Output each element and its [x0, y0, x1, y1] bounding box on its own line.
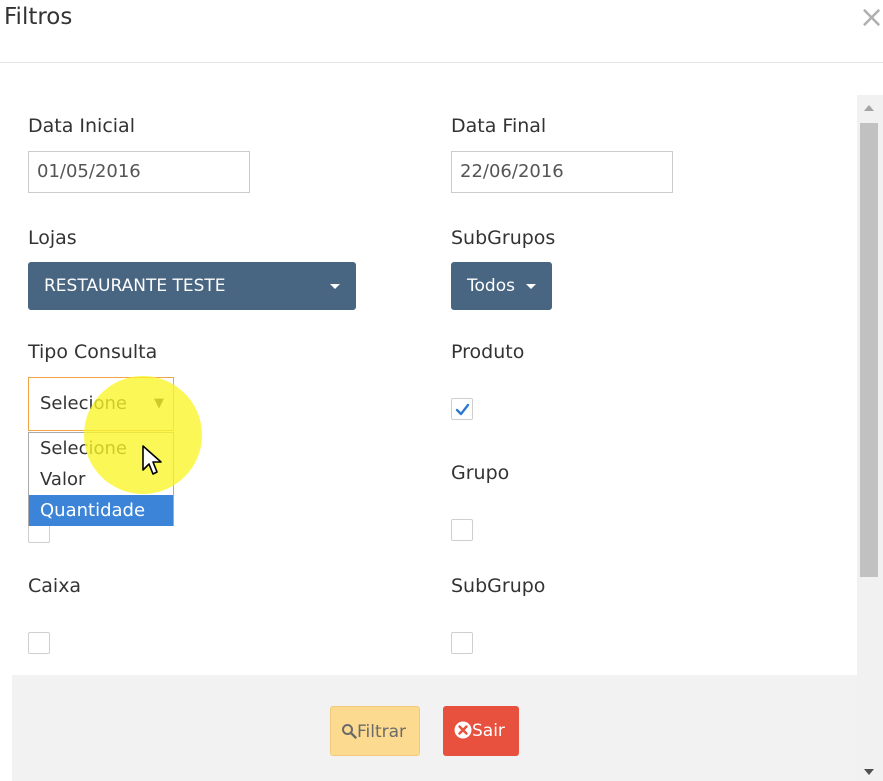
lojas-dropdown[interactable]: RESTAURANTE TESTE [28, 262, 356, 310]
scroll-up-icon[interactable] [864, 105, 874, 111]
caret-down-icon [330, 284, 340, 289]
subgrupos-dropdown[interactable]: Todos [451, 262, 552, 310]
grupo-label: Grupo [451, 462, 510, 484]
option-valor[interactable]: Valor [29, 464, 173, 495]
filtrar-button[interactable]: Filtrar [330, 706, 420, 756]
sair-button[interactable]: Sair [443, 706, 519, 756]
data-final-label: Data Final [451, 115, 547, 137]
produto-label: Produto [451, 341, 525, 363]
scroll-down-icon[interactable] [864, 769, 874, 775]
check-icon [455, 403, 470, 416]
modal-body: Data Inicial 01/05/2016 Data Final 22/06… [0, 63, 857, 675]
lojas-label: Lojas [28, 227, 77, 249]
lojas-selected: RESTAURANTE TESTE [44, 276, 226, 296]
data-inicial-label: Data Inicial [28, 115, 135, 137]
tipo-consulta-select[interactable]: Selecione ▼ [28, 377, 174, 431]
filtrar-label: Filtrar [357, 722, 407, 742]
caixa-label: Caixa [28, 575, 82, 597]
tipo-consulta-options: Selecione Valor Quantidade [28, 432, 174, 526]
times-circle-icon [454, 721, 472, 738]
option-quantidade[interactable]: Quantidade [29, 495, 173, 526]
scroll-thumb[interactable] [860, 123, 878, 577]
modal-header: Filtros × [0, 0, 883, 63]
data-final-input[interactable]: 22/06/2016 [451, 151, 673, 193]
sair-label: Sair [472, 721, 505, 741]
scrollbar[interactable] [857, 95, 883, 781]
modal-footer: Filtrar Sair [12, 675, 857, 781]
caixa-checkbox[interactable] [28, 632, 50, 654]
option-selecione[interactable]: Selecione [29, 433, 173, 464]
tipo-consulta-label: Tipo Consulta [28, 341, 158, 363]
close-icon[interactable]: × [859, 3, 883, 33]
subgrupos-label: SubGrupos [451, 227, 556, 249]
produto-checkbox[interactable] [451, 398, 473, 420]
subgrupos-selected: Todos [467, 276, 515, 296]
select-arrow-icon: ▼ [154, 396, 164, 411]
grupo-checkbox[interactable] [451, 519, 473, 541]
subgrupo-label: SubGrupo [451, 575, 546, 597]
tipo-consulta-value: Selecione [40, 393, 127, 414]
subgrupo-checkbox[interactable] [451, 632, 473, 654]
data-inicial-input[interactable]: 01/05/2016 [28, 151, 250, 193]
modal-title: Filtros [4, 4, 73, 30]
caret-down-icon [526, 284, 536, 289]
search-icon [342, 723, 357, 739]
